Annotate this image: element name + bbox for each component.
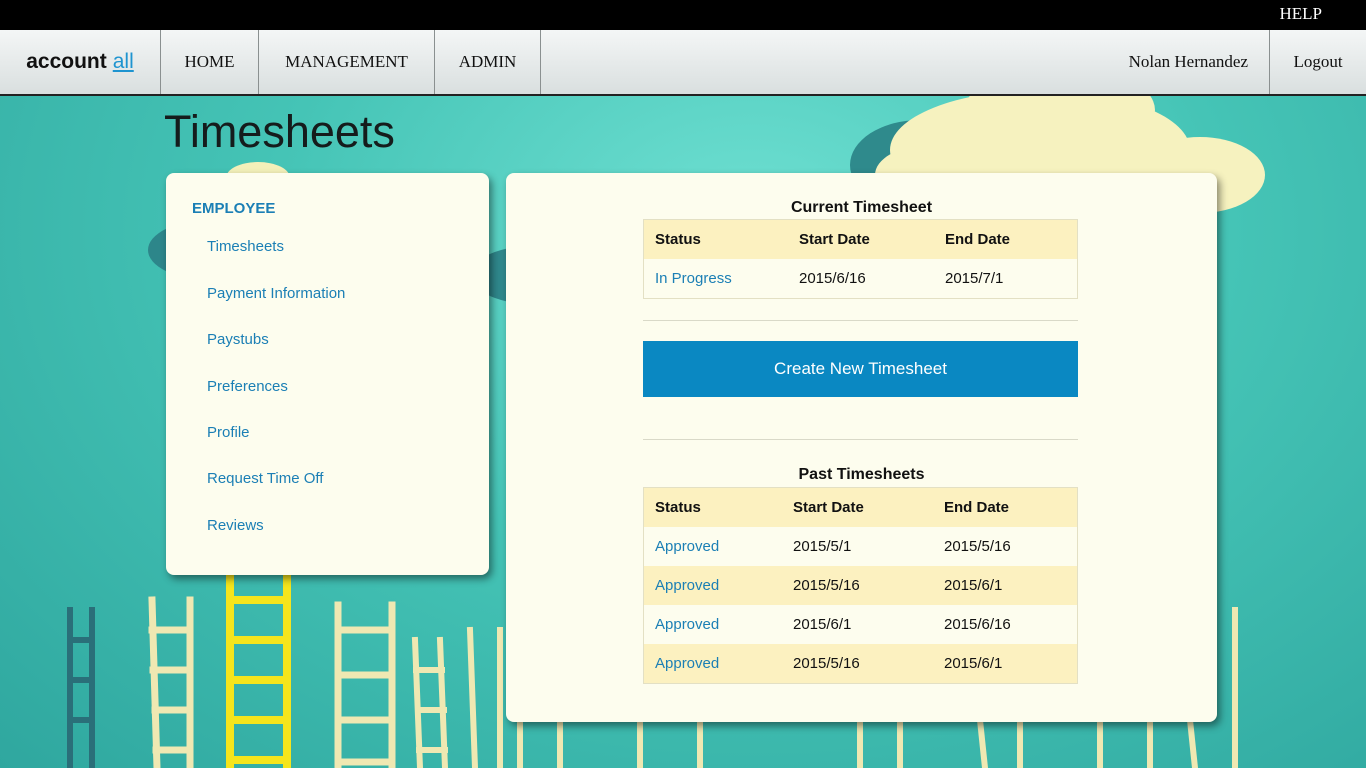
start-date-cell: 2015/5/16 [793, 655, 860, 672]
employee-sidebar: EMPLOYEE Timesheets Payment Information … [166, 173, 489, 575]
header-end-date: End Date [945, 231, 1011, 248]
header-start-date: Start Date [799, 231, 870, 248]
sidebar-item-paystubs[interactable]: Paystubs [207, 331, 269, 348]
table-row[interactable]: Approved 2015/5/16 2015/6/1 [644, 566, 1077, 605]
header-status: Status [655, 499, 701, 516]
timesheets-panel: Current Timesheet Status Start Date End … [506, 173, 1217, 722]
header-end-date: End Date [944, 499, 1010, 516]
start-date-cell: 2015/5/16 [793, 577, 860, 594]
sidebar-heading: EMPLOYEE [192, 200, 276, 217]
logout-button[interactable]: Logout [1269, 30, 1366, 94]
sidebar-item-profile[interactable]: Profile [207, 424, 250, 441]
status-link[interactable]: Approved [655, 655, 719, 672]
app-logo[interactable]: account all [0, 30, 161, 94]
status-link[interactable]: Approved [655, 616, 719, 633]
start-date-cell: 2015/5/1 [793, 538, 852, 555]
status-link[interactable]: In Progress [655, 270, 732, 287]
table-row[interactable]: Approved 2015/6/1 2015/6/16 [644, 605, 1077, 644]
sidebar-item-timesheets[interactable]: Timesheets [207, 238, 284, 255]
sidebar-item-request-time-off[interactable]: Request Time Off [207, 470, 323, 487]
end-date-cell: 2015/5/16 [944, 538, 1011, 555]
nav-admin[interactable]: ADMIN [435, 30, 541, 94]
start-date-cell: 2015/6/16 [799, 270, 866, 287]
past-timesheets-title: Past Timesheets [798, 466, 925, 483]
sidebar-item-reviews[interactable]: Reviews [207, 517, 264, 534]
nav-home[interactable]: HOME [161, 30, 259, 94]
table-row[interactable]: Approved 2015/5/16 2015/6/1 [644, 644, 1077, 683]
start-date-cell: 2015/6/1 [793, 616, 852, 633]
status-link[interactable]: Approved [655, 577, 719, 594]
end-date-cell: 2015/6/1 [944, 577, 1003, 594]
create-new-timesheet-button[interactable]: Create New Timesheet [643, 341, 1078, 397]
table-header-row: Status Start Date End Date [644, 488, 1077, 527]
status-link[interactable]: Approved [655, 538, 719, 555]
section-divider [643, 320, 1078, 321]
main-navbar: account all HOME MANAGEMENT ADMIN Nolan … [0, 30, 1366, 96]
page-title: Timesheets [164, 106, 395, 157]
table-row[interactable]: In Progress 2015/6/16 2015/7/1 [644, 259, 1077, 298]
current-timesheet-table: Status Start Date End Date In Progress 2… [643, 219, 1078, 299]
logo-accent-text: all [112, 50, 134, 73]
current-timesheet-title: Current Timesheet [790, 199, 933, 216]
end-date-cell: 2015/7/1 [945, 270, 1004, 287]
section-divider [643, 439, 1078, 440]
table-header-row: Status Start Date End Date [644, 220, 1077, 259]
past-timesheets-table: Status Start Date End Date Approved 2015… [643, 487, 1078, 684]
sidebar-item-payment-information[interactable]: Payment Information [207, 285, 345, 302]
table-row[interactable]: Approved 2015/5/1 2015/5/16 [644, 527, 1077, 566]
header-status: Status [655, 231, 701, 248]
current-user-name: Nolan Hernandez [1128, 52, 1248, 71]
header-start-date: Start Date [793, 499, 864, 516]
help-link[interactable]: HELP [1280, 4, 1323, 24]
end-date-cell: 2015/6/1 [944, 655, 1003, 672]
nav-management[interactable]: MANAGEMENT [259, 30, 435, 94]
end-date-cell: 2015/6/16 [944, 616, 1011, 633]
sidebar-item-preferences[interactable]: Preferences [207, 378, 288, 395]
logo-main-text: account [26, 50, 107, 73]
top-utility-bar: HELP [0, 0, 1366, 30]
